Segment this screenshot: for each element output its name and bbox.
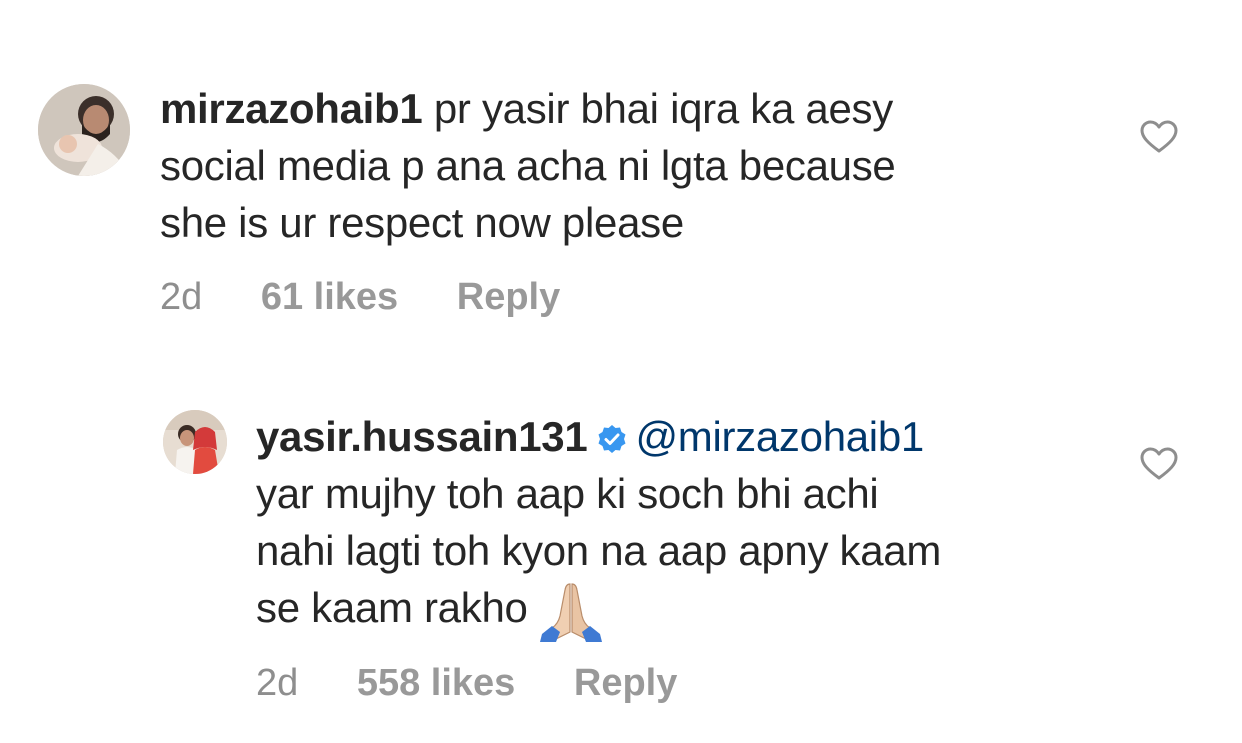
comment-text: mirzazohaib1 pr yasir bhai iqra ka aesy … xyxy=(160,80,1060,251)
likes-count[interactable]: 61 likes xyxy=(261,276,398,318)
likes-count[interactable]: 558 likes xyxy=(357,662,515,704)
comment-line: yar mujhy toh aap ki soch bhi achi xyxy=(256,470,879,517)
timestamp: 2d xyxy=(160,276,203,318)
mention-link[interactable]: @mirzazohaib1 xyxy=(635,413,924,460)
avatar[interactable] xyxy=(38,84,130,176)
comment: mirzazohaib1 pr yasir bhai iqra ka aesy … xyxy=(0,0,1242,360)
reply-button[interactable]: Reply xyxy=(457,276,560,318)
comment-line: pr yasir bhai iqra ka aesy xyxy=(422,85,893,132)
comment-line: se kaam rakho xyxy=(256,584,528,631)
username[interactable]: yasir.hussain131 xyxy=(256,413,588,460)
timestamp: 2d xyxy=(256,662,299,704)
comment-text: yasir.hussain131 @mirzazohaib1 yar mujhy… xyxy=(256,408,1156,642)
comment-line: social media p ana acha ni lgta because xyxy=(160,142,896,189)
avatar[interactable] xyxy=(163,410,227,474)
username[interactable]: mirzazohaib1 xyxy=(160,85,423,132)
verified-badge-icon xyxy=(597,424,627,454)
comment-line: she is ur respect now please xyxy=(160,199,684,246)
folded-hands-emoji xyxy=(539,580,602,642)
comment-line: nahi lagti toh kyon na aap apny kaam xyxy=(256,527,942,574)
comment-meta: 2d 61 likes Reply xyxy=(160,276,608,319)
comment-meta: 2d 558 likes Reply xyxy=(256,662,725,705)
heart-icon[interactable] xyxy=(1140,120,1178,154)
comment: yasir.hussain131 @mirzazohaib1 yar mujhy… xyxy=(0,360,1242,743)
reply-button[interactable]: Reply xyxy=(574,662,677,704)
heart-icon[interactable] xyxy=(1140,447,1178,481)
